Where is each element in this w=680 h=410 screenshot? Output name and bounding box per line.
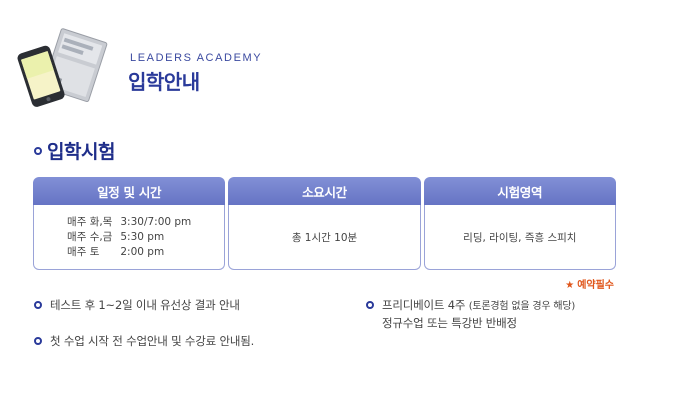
areas-cell: 리딩, 라이팅, 즉흥 스피치 (423, 205, 616, 270)
note-text-block: 프리디베이트 4주 (토론경험 없을 경우 해당) 정규수업 또는 특강반 반배… (382, 297, 575, 331)
star-icon: ★ (565, 280, 575, 291)
note-sub-text: (토론경험 없을 경우 해당) (468, 301, 576, 312)
page-title: 입학안내 (128, 70, 200, 94)
bullet-icon (366, 301, 374, 309)
exam-info-table: 일정 및 시간 매주 화,목 3:30/7:00 pm 매주 수,금 5:30 … (33, 177, 616, 270)
bullet-icon (34, 146, 42, 155)
duration-cell: 총 1시간 10분 (228, 205, 421, 270)
note-text: 첫 수업 시작 전 수업안내 및 수강료 안내됨. (50, 334, 255, 348)
bullet-icon (34, 337, 42, 345)
schedule-cell: 매주 화,목 3:30/7:00 pm 매주 수,금 5:30 pm 매주 토 … (33, 205, 226, 270)
schedule-day: 매주 토 (67, 246, 100, 258)
schedule-time: 5:30 pm (120, 231, 165, 243)
bullet-icon (34, 301, 42, 309)
note-line2-text: 정규수업 또는 특강반 반배정 (382, 316, 517, 330)
schedule-time: 2:00 pm (120, 246, 165, 258)
brand-name: LEADERS ACADEMY (130, 52, 263, 64)
schedule-time: 3:30/7:00 pm (120, 216, 192, 228)
duration-column: 소요시간 총 1시간 10분 (228, 177, 421, 270)
note-item: 테스트 후 1~2일 이내 유선상 결과 안내 (34, 297, 240, 313)
note-item: 프리디베이트 4주 (토론경험 없을 경우 해당) 정규수업 또는 특강반 반배… (366, 297, 575, 331)
section-heading: 입학시험 (34, 137, 115, 164)
reservation-text: 예약필수 (577, 280, 614, 291)
column-header-schedule: 일정 및 시간 (33, 177, 226, 205)
schedule-day: 매주 수,금 (67, 231, 113, 243)
schedule-column: 일정 및 시간 매주 화,목 3:30/7:00 pm 매주 수,금 5:30 … (33, 177, 226, 270)
note-text: 테스트 후 1~2일 이내 유선상 결과 안내 (50, 298, 240, 312)
section-title: 입학시험 (47, 141, 115, 163)
note-main-text: 프리디베이트 4주 (382, 298, 466, 312)
column-header-areas: 시험영역 (423, 177, 616, 205)
reservation-required-note: ★ 예약필수 (565, 276, 614, 291)
schedule-list: 매주 화,목 3:30/7:00 pm 매주 수,금 5:30 pm 매주 토 … (67, 215, 191, 259)
column-header-duration: 소요시간 (228, 177, 421, 205)
phone-magazine-illustration (17, 28, 108, 107)
note-item: 첫 수업 시작 전 수업안내 및 수강료 안내됨. (34, 333, 254, 349)
schedule-day: 매주 화,목 (67, 216, 113, 228)
areas-column: 시험영역 리딩, 라이팅, 즉흥 스피치 (423, 177, 616, 270)
